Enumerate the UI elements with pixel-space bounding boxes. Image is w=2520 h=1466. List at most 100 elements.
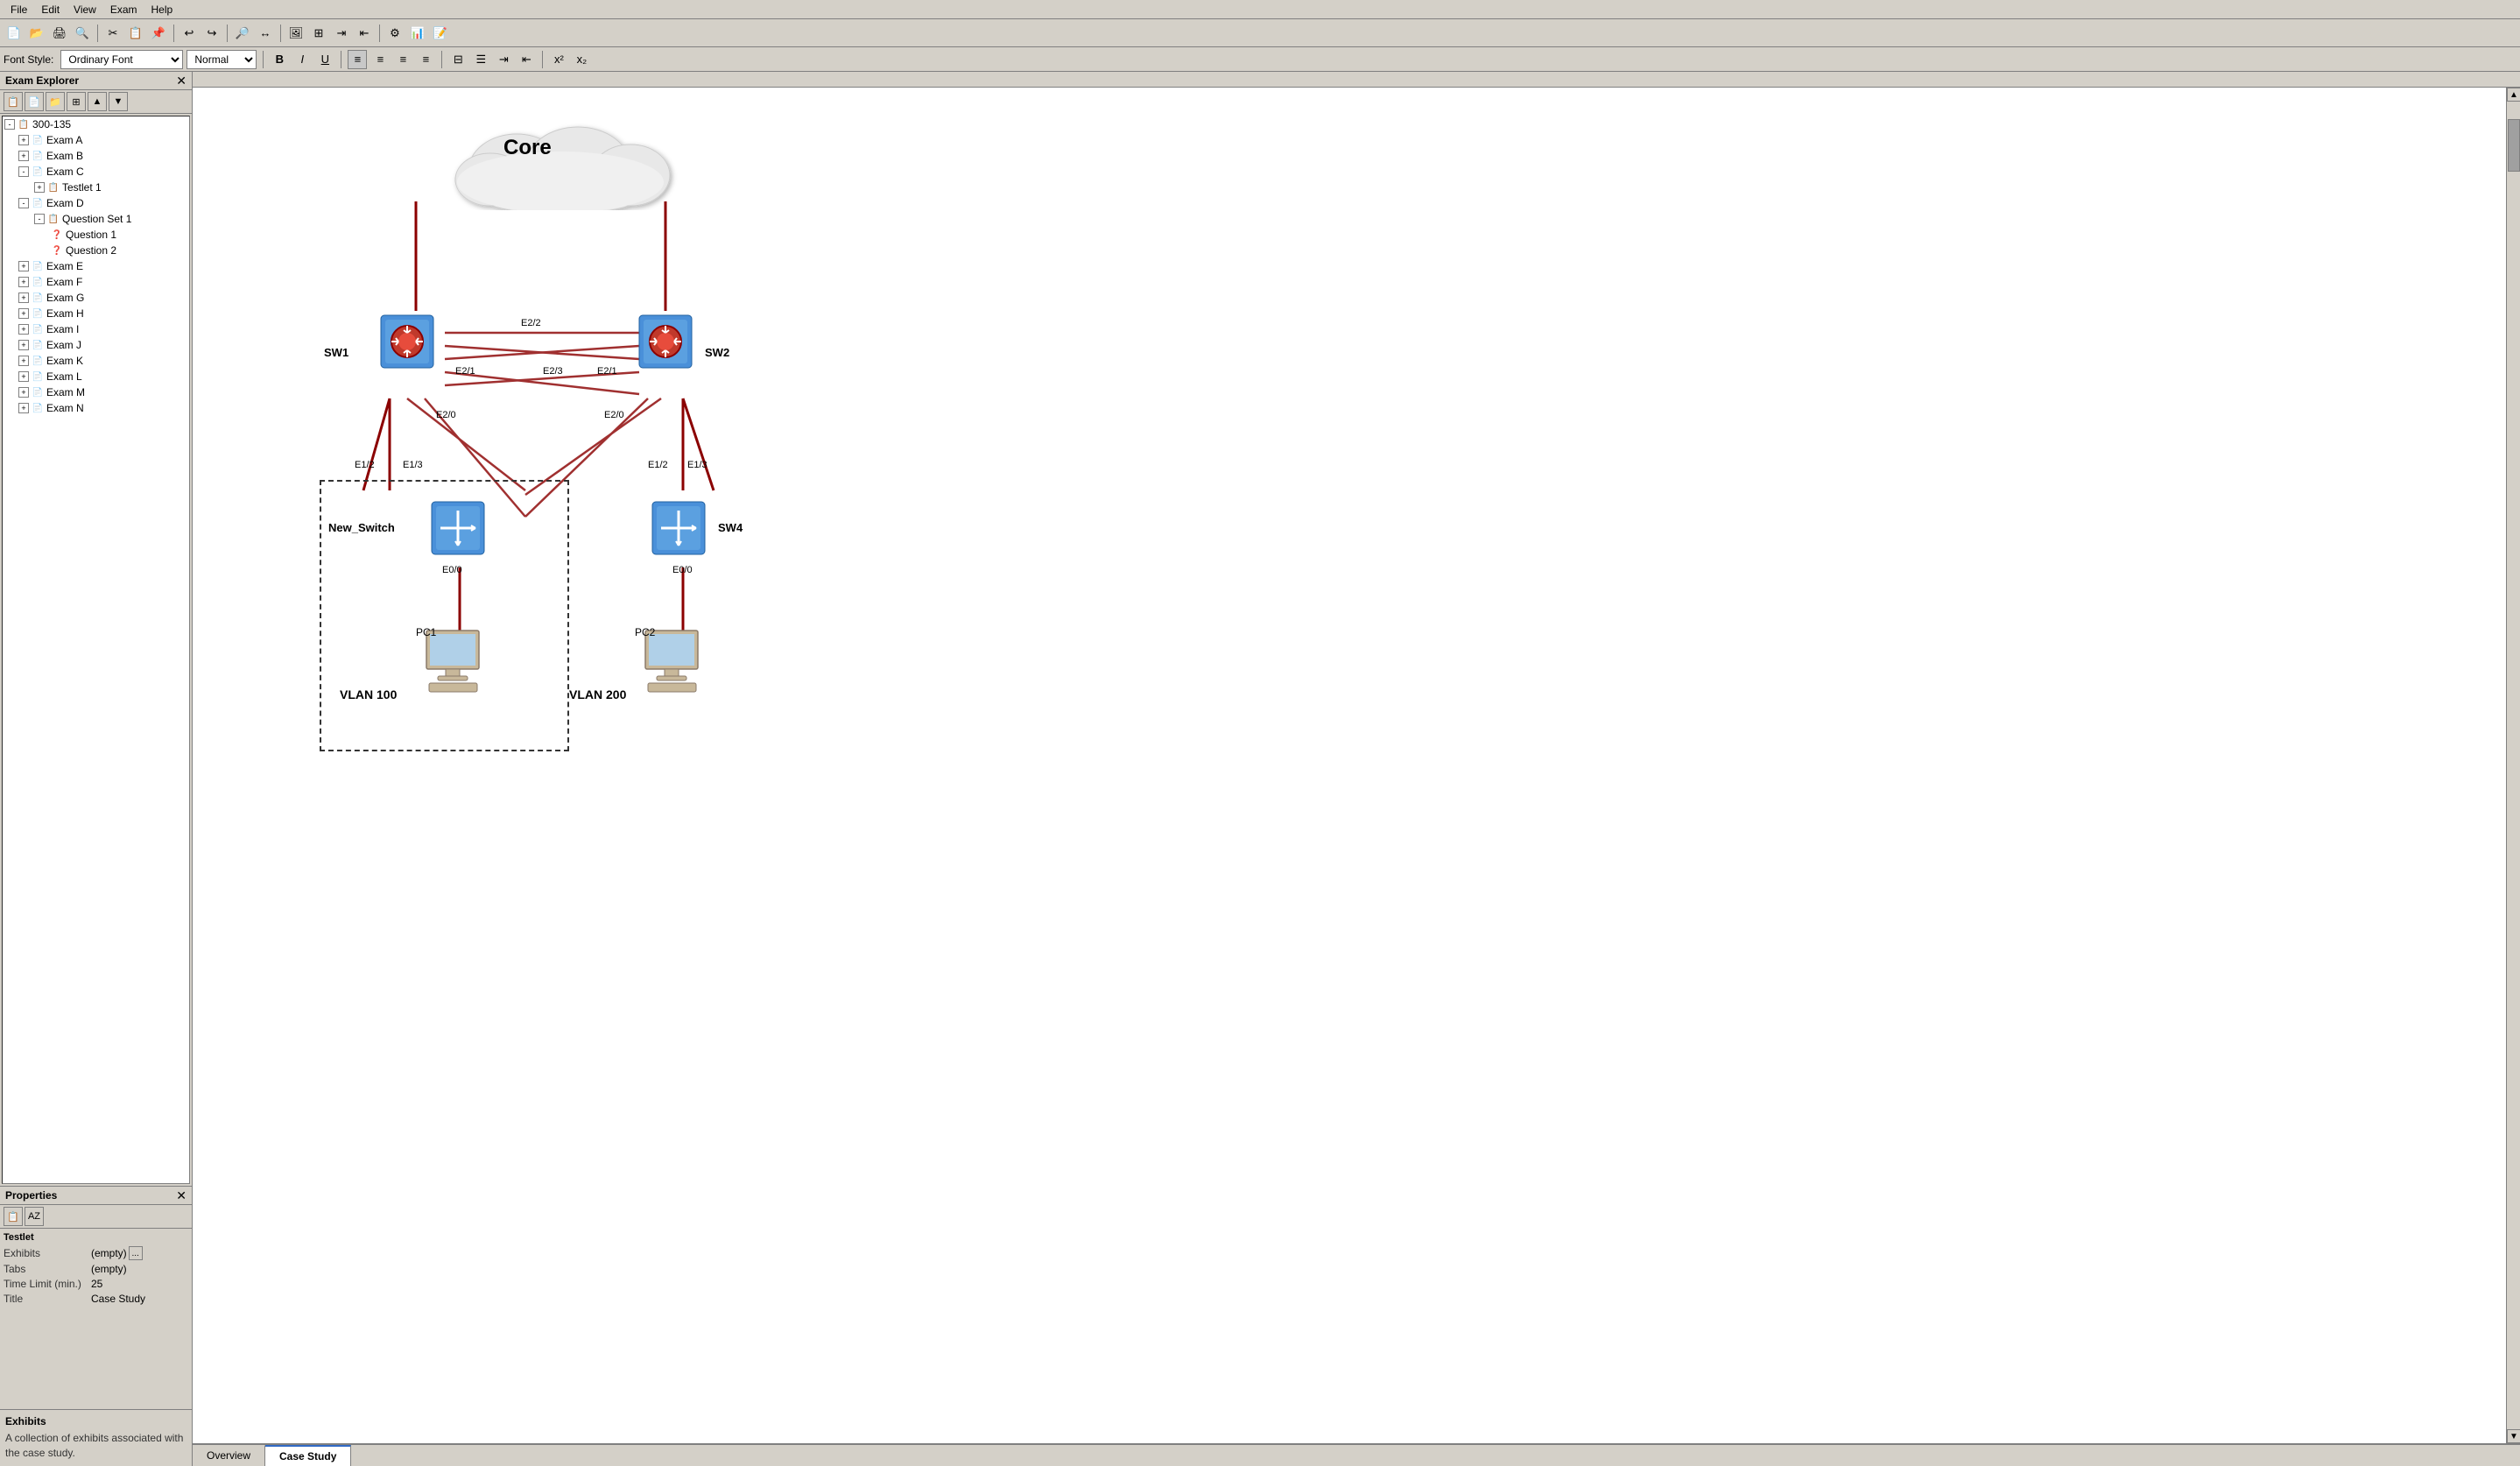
menu-view[interactable]: View <box>67 2 103 18</box>
print-btn[interactable]: 🖨 <box>49 23 70 44</box>
exam-m-expand[interactable]: + <box>18 387 29 398</box>
ex-btn3[interactable]: 📁 <box>46 92 65 111</box>
exam-d-expand[interactable]: - <box>18 198 29 208</box>
align-right-btn[interactable]: ≡ <box>393 50 412 69</box>
menu-file[interactable]: File <box>4 2 34 18</box>
tree-exam-g[interactable]: + 📄 Exam G <box>3 290 189 306</box>
vertical-scrollbar[interactable]: ▲ ▼ <box>2506 88 2520 1443</box>
cloud-shape <box>438 114 683 210</box>
explorer-title: Exam Explorer <box>5 74 79 87</box>
exam-l-expand[interactable]: + <box>18 371 29 382</box>
sep-font4 <box>542 51 543 68</box>
extra-btn1[interactable]: ⚙ <box>384 23 405 44</box>
open-btn[interactable]: 📂 <box>26 23 47 44</box>
props-close-btn[interactable]: ✕ <box>176 1189 187 1202</box>
tree-question-set-1[interactable]: - 📋 Question Set 1 <box>3 211 189 227</box>
insert-table-btn[interactable]: ⊞ <box>308 23 329 44</box>
font-name-select[interactable]: Ordinary Font <box>60 50 183 69</box>
font-size-select[interactable]: Normal <box>187 50 257 69</box>
root-expand[interactable]: - <box>4 119 15 130</box>
vlan100-label: VLAN 100 <box>340 687 397 701</box>
increase-indent-btn[interactable]: ⇥ <box>494 50 513 69</box>
tree-exam-c[interactable]: - 📄 Exam C <box>3 164 189 180</box>
props-exhibits-btn[interactable]: ... <box>129 1246 143 1260</box>
extra-btn2[interactable]: 📊 <box>407 23 428 44</box>
tab-case-study[interactable]: Case Study <box>265 1445 351 1466</box>
exam-g-expand[interactable]: + <box>18 292 29 303</box>
ex-down-btn[interactable]: ▼ <box>109 92 128 111</box>
exam-j-expand[interactable]: + <box>18 340 29 350</box>
tree-exam-d[interactable]: - 📄 Exam D <box>3 195 189 211</box>
tree-exam-k[interactable]: + 📄 Exam K <box>3 353 189 369</box>
find-btn[interactable]: 🔎 <box>232 23 253 44</box>
copy-btn[interactable]: 📋 <box>125 23 146 44</box>
exam-i-expand[interactable]: + <box>18 324 29 335</box>
align-center-btn[interactable]: ≡ <box>370 50 390 69</box>
tree-exam-i[interactable]: + 📄 Exam I <box>3 321 189 337</box>
ex-btn1[interactable]: 📋 <box>4 92 23 111</box>
scroll-up-btn[interactable]: ▲ <box>2507 88 2520 102</box>
exam-f-expand[interactable]: + <box>18 277 29 287</box>
testlet-1-expand[interactable]: + <box>34 182 45 193</box>
print-preview-btn[interactable]: 🔍 <box>72 23 93 44</box>
new-btn[interactable]: 📄 <box>4 23 25 44</box>
menu-exam[interactable]: Exam <box>103 2 144 18</box>
props-sort-btn2[interactable]: AZ <box>25 1207 44 1226</box>
explorer-close-btn[interactable]: ✕ <box>176 74 187 87</box>
tree-exam-m[interactable]: + 📄 Exam M <box>3 384 189 400</box>
exam-e-expand[interactable]: + <box>18 261 29 271</box>
exam-m-label: Exam M <box>46 386 85 398</box>
unordered-list-btn[interactable]: ☰ <box>471 50 490 69</box>
tree-exam-n[interactable]: + 📄 Exam N <box>3 400 189 416</box>
align-justify-btn[interactable]: ≡ <box>416 50 435 69</box>
italic-btn[interactable]: I <box>292 50 312 69</box>
bold-btn[interactable]: B <box>270 50 289 69</box>
font-style-label: Font Style: <box>4 53 53 66</box>
content-area: Core <box>193 72 2520 1466</box>
exam-a-expand[interactable]: + <box>18 135 29 145</box>
ex-up-btn[interactable]: ▲ <box>88 92 107 111</box>
redo-btn[interactable]: ↪ <box>201 23 222 44</box>
qs1-expand[interactable]: - <box>34 214 45 224</box>
outdent-btn[interactable]: ⇤ <box>354 23 375 44</box>
tree-question-2[interactable]: ❓ Question 2 <box>3 243 189 258</box>
exam-k-expand[interactable]: + <box>18 356 29 366</box>
subscript-btn[interactable]: x₂ <box>572 50 591 69</box>
superscript-btn[interactable]: x² <box>549 50 568 69</box>
tree-exam-e[interactable]: + 📄 Exam E <box>3 258 189 274</box>
cut-btn[interactable]: ✂ <box>102 23 123 44</box>
tab-overview[interactable]: Overview <box>193 1445 265 1466</box>
tree-testlet-1[interactable]: + 📋 Testlet 1 <box>3 180 189 195</box>
extra-btn3[interactable]: 📝 <box>430 23 451 44</box>
tree-exam-l[interactable]: + 📄 Exam L <box>3 369 189 384</box>
scroll-down-btn[interactable]: ▼ <box>2507 1429 2520 1443</box>
underline-btn[interactable]: U <box>315 50 334 69</box>
indent-btn[interactable]: ⇥ <box>331 23 352 44</box>
tree-exam-f[interactable]: + 📄 Exam F <box>3 274 189 290</box>
exam-explorer: Exam Explorer ✕ 📋 📄 📁 ⊞ ▲ ▼ - 📋 300-135 <box>0 72 192 1186</box>
undo-btn[interactable]: ↩ <box>179 23 200 44</box>
tree-exam-a[interactable]: + 📄 Exam A <box>3 132 189 148</box>
tree-root[interactable]: - 📋 300-135 <box>3 116 189 132</box>
ex-btn4[interactable]: ⊞ <box>67 92 86 111</box>
decrease-indent-btn[interactable]: ⇤ <box>517 50 536 69</box>
exam-n-expand[interactable]: + <box>18 403 29 413</box>
insert-img-btn[interactable]: 🖼 <box>285 23 306 44</box>
ex-btn2[interactable]: 📄 <box>25 92 44 111</box>
menu-edit[interactable]: Edit <box>34 2 67 18</box>
exam-c-expand[interactable]: - <box>18 166 29 177</box>
menu-help[interactable]: Help <box>144 2 180 18</box>
paste-btn[interactable]: 📌 <box>148 23 169 44</box>
replace-btn[interactable]: ↔ <box>255 23 276 44</box>
ordered-list-btn[interactable]: ⊟ <box>448 50 468 69</box>
tree-question-1[interactable]: ❓ Question 1 <box>3 227 189 243</box>
tree-exam-h[interactable]: + 📄 Exam H <box>3 306 189 321</box>
props-sort-btn1[interactable]: 📋 <box>4 1207 23 1226</box>
exam-b-expand[interactable]: + <box>18 151 29 161</box>
tree-exam-b[interactable]: + 📄 Exam B <box>3 148 189 164</box>
align-left-btn[interactable]: ≡ <box>348 50 367 69</box>
exam-h-expand[interactable]: + <box>18 308 29 319</box>
main-layout: Exam Explorer ✕ 📋 📄 📁 ⊞ ▲ ▼ - 📋 300-135 <box>0 72 2520 1466</box>
canvas[interactable]: Core <box>193 88 2506 1443</box>
tree-exam-j[interactable]: + 📄 Exam J <box>3 337 189 353</box>
